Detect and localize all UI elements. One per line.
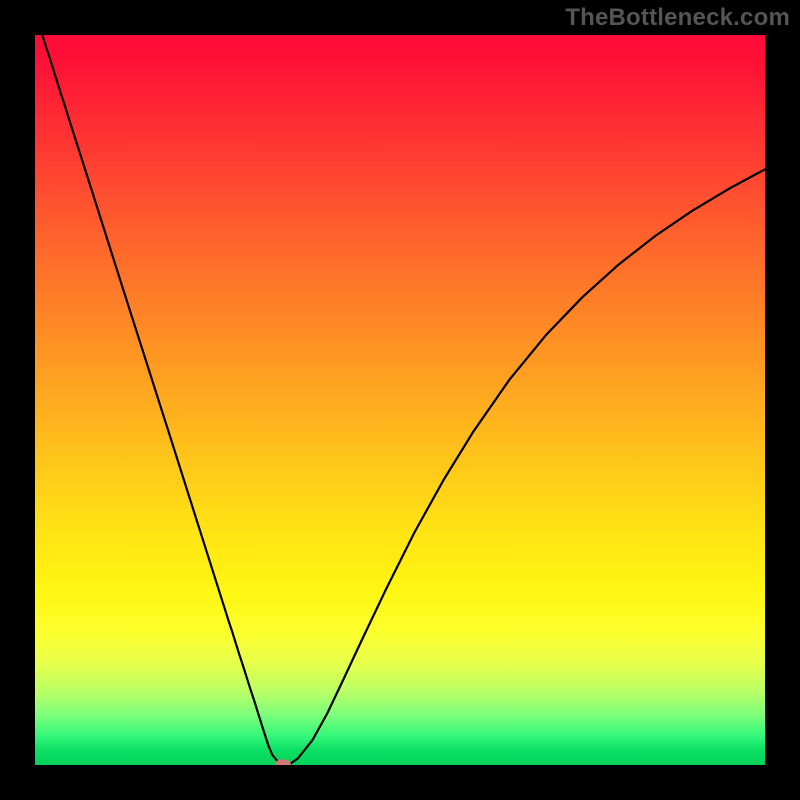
bottleneck-curve: [35, 35, 765, 765]
chart-container: TheBottleneck.com: [0, 0, 800, 800]
optimum-marker: [275, 760, 291, 766]
watermark-text: TheBottleneck.com: [565, 4, 790, 32]
plot-area: [35, 35, 765, 765]
